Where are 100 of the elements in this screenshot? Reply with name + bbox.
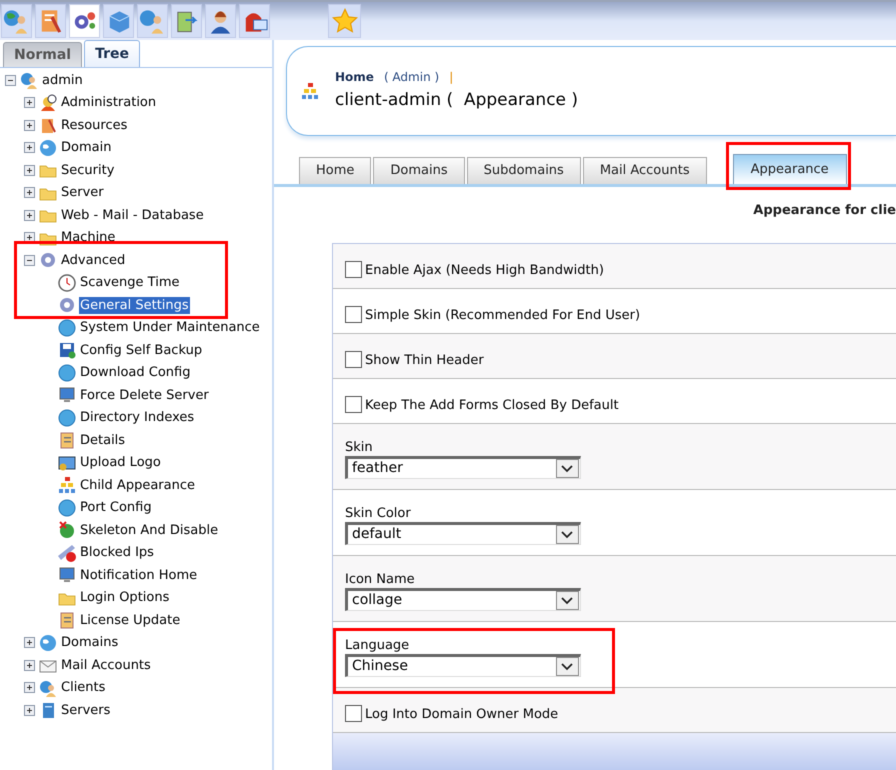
sidebar-tab[interactable]: Tree [84,40,140,67]
expand-icon[interactable] [24,187,35,198]
expand-icon[interactable] [24,704,35,716]
field-label: Skin [345,440,374,456]
tree-item[interactable]: Machine [60,229,116,246]
tab[interactable]: Subdomains [466,157,581,184]
tree-item[interactable]: admin [41,72,84,89]
tree-item[interactable]: Resources [60,116,128,134]
tree-item[interactable]: Server [60,184,105,202]
toolbar-button[interactable] [171,4,202,38]
tree-item-icon [39,116,57,134]
collapse-icon[interactable] [24,254,35,266]
expand-icon[interactable] [24,232,35,244]
expand-icon[interactable] [24,164,35,176]
tree-item[interactable]: Download Config [79,364,192,382]
tree-item[interactable]: License Update [79,612,182,629]
checkbox[interactable] [345,396,362,413]
checkbox[interactable] [345,306,362,323]
tree-item-icon [58,611,76,630]
tree-item-icon [58,386,76,404]
tree-item-icon [58,341,76,360]
tree-item-icon [301,82,319,100]
breadcrumb-link[interactable]: Home [335,68,374,86]
checkbox-label: Show Thin Header [365,353,484,368]
expand-icon[interactable] [24,637,35,648]
tree-item[interactable]: Login Options [79,589,170,606]
tree-item-icon [58,521,76,540]
tab[interactable]: Mail Accounts [582,157,707,184]
page-title: client-admin ( Appearance ) [335,89,578,112]
checkbox-label: Log Into Domain Owner Mode [365,707,558,722]
tree-item[interactable]: Security [60,162,116,179]
tree-item-icon [58,454,76,472]
checkbox[interactable] [345,705,362,722]
expand-icon[interactable] [24,97,35,108]
form-title: Appearance for clie [753,202,896,220]
tree-item-icon [58,274,76,292]
tree-item-icon [58,566,76,584]
tree-item[interactable]: Config Self Backup [79,342,204,359]
tab[interactable]: Home [299,157,372,184]
tree-item-icon [58,364,76,382]
dropdown-caret-icon [556,657,579,676]
tree-item[interactable]: Servers [60,702,112,719]
field-label: Skin Color [345,506,412,522]
tree-item-icon [39,678,57,697]
tree-item-icon [39,251,57,270]
tree-item-icon [58,476,76,494]
tree-item-icon [39,138,57,157]
tree-item[interactable]: Scavenge Time [79,274,180,292]
expand-icon[interactable] [24,120,35,131]
checkbox-label: Keep The Add Forms Closed By Default [365,398,619,413]
toolbar-button[interactable] [35,4,66,38]
tree-item[interactable]: Port Config [79,499,153,516]
tree-item[interactable]: System Under Maintenance [79,319,261,336]
tab[interactable]: Domains [373,157,465,184]
expand-icon[interactable] [24,142,35,154]
tree-item[interactable]: Upload Logo [79,454,162,472]
expand-icon[interactable] [24,210,35,221]
toolbar-button[interactable] [1,4,32,38]
dropdown-field[interactable]: Chinese [345,654,581,677]
tree-item[interactable]: Mail Accounts [60,656,152,674]
tree-item[interactable]: Directory Indexes [79,409,196,426]
tab[interactable]: Appearance [732,154,847,184]
separator: | [449,69,454,86]
sidebar-tab[interactable]: Normal [3,42,82,67]
toolbar-button[interactable] [69,4,100,38]
star-icon [330,7,358,35]
expand-icon[interactable] [24,682,35,694]
toolbar-button[interactable] [205,4,236,38]
tree-item-icon [58,318,76,337]
tree-item-icon [39,634,57,652]
tree-item[interactable]: Domain [60,139,112,156]
tree-item[interactable]: Web - Mail - Database [60,206,205,224]
tree-item-icon [58,498,76,517]
tree-item[interactable]: General Settings [79,296,190,314]
expand-icon[interactable] [24,660,35,671]
tree-item[interactable]: Force Delete Server [79,386,210,404]
tree-item[interactable]: Advanced [60,252,126,269]
tree-item[interactable]: Administration [60,94,158,112]
tree-item[interactable]: Skeleton And Disable [79,522,220,539]
dropdown-field[interactable]: feather [345,456,581,479]
toolbar-button[interactable] [239,4,270,38]
tree-item[interactable]: Clients [60,679,106,696]
tree-item-icon [39,94,57,112]
tree-item-icon [58,296,76,314]
collapse-icon[interactable] [5,74,16,86]
tree-item[interactable]: Blocked Ips [79,544,155,562]
tree-item[interactable]: Notification Home [79,566,198,584]
tree-item[interactable]: Domains [60,634,120,652]
dropdown-field[interactable]: default [345,522,581,545]
toolbar-button[interactable] [137,4,168,38]
tree-item-icon [58,431,76,450]
checkbox[interactable] [345,351,362,368]
field-label: Language [345,638,410,654]
dropdown-field[interactable]: collage [345,588,581,611]
checkbox[interactable] [345,261,362,278]
field-label: Icon Name [345,572,416,588]
tree-item[interactable]: Details [79,432,126,449]
tree-item-icon [58,408,76,427]
tree-item-icon [58,544,76,562]
tree-item[interactable]: Child Appearance [79,476,196,494]
